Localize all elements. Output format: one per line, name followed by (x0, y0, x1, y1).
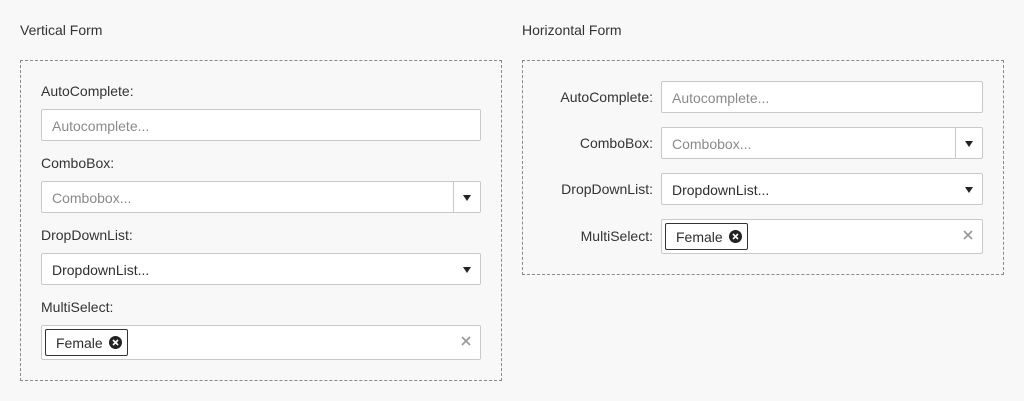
horizontal-dropdownlist[interactable]: DropdownList... (661, 173, 983, 205)
caret-down-icon[interactable] (965, 141, 973, 147)
combobox-placeholder: Combobox... (52, 190, 132, 206)
combobox-divider (453, 182, 454, 212)
vertical-multiselect-label: MultiSelect: (41, 299, 114, 315)
vertical-form-title: Vertical Form (20, 22, 103, 38)
caret-down-icon[interactable] (463, 267, 471, 273)
horizontal-combobox[interactable]: Combobox... (661, 127, 983, 159)
vertical-multiselect[interactable]: Female (41, 325, 481, 360)
chip-label: Female (676, 228, 723, 245)
horizontal-form-title: Horizontal Form (522, 22, 622, 38)
multiselect-chip: Female (665, 223, 748, 250)
vertical-combobox-label: ComboBox: (41, 155, 115, 171)
horizontal-dropdownlist-label: DropDownList: (561, 181, 653, 197)
horizontal-autocomplete-label: AutoComplete: (560, 89, 653, 105)
x-icon[interactable] (460, 335, 472, 347)
multiselect-chip: Female (45, 329, 128, 356)
vertical-autocomplete-label: AutoComplete: (41, 83, 134, 99)
vertical-dropdownlist-label: DropDownList: (41, 227, 133, 243)
vertical-dropdownlist[interactable]: DropdownList... (41, 253, 481, 285)
autocomplete-placeholder: Autocomplete... (52, 118, 150, 134)
chip-label: Female (56, 334, 103, 351)
vertical-combobox[interactable]: Combobox... (41, 181, 481, 213)
circle-x-icon[interactable] (728, 230, 742, 243)
dropdownlist-value: DropdownList... (52, 262, 150, 278)
circle-x-icon[interactable] (108, 336, 122, 349)
caret-down-icon[interactable] (463, 195, 471, 201)
autocomplete-placeholder: Autocomplete... (672, 90, 770, 106)
combobox-placeholder: Combobox... (672, 136, 752, 152)
horizontal-multiselect[interactable]: Female (661, 219, 983, 254)
x-icon[interactable] (962, 229, 974, 241)
caret-down-icon[interactable] (965, 187, 973, 193)
horizontal-combobox-label: ComboBox: (579, 135, 653, 151)
vertical-autocomplete-input[interactable]: Autocomplete... (41, 109, 481, 141)
dropdownlist-value: DropdownList... (672, 182, 770, 198)
horizontal-multiselect-label: MultiSelect: (580, 228, 653, 244)
horizontal-autocomplete-input[interactable]: Autocomplete... (661, 81, 983, 113)
combobox-divider (955, 128, 956, 158)
